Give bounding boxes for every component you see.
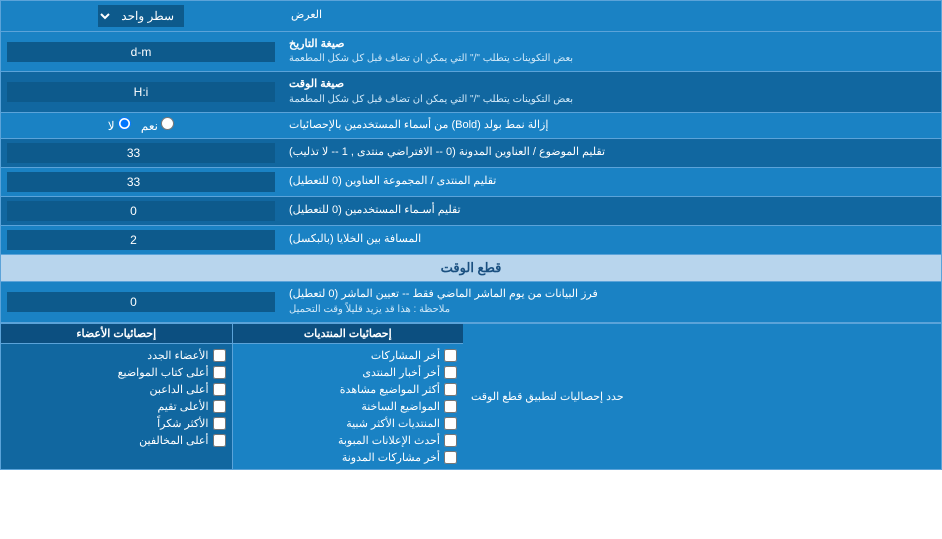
list-item: أكثر المواضيع مشاهدة [239,381,458,398]
time-format-input-cell [1,72,281,111]
remove-bold-radio-cell: نعم لا [1,113,281,138]
checkbox-col2-5[interactable] [213,434,226,447]
sort-topics-input-cell [1,139,281,167]
checkbox-col1-6[interactable] [444,451,457,464]
col2-checkboxes: الأعضاء الجدد أعلى كتاب المواضيع أعلى ال… [1,344,232,469]
radio-yes-label[interactable]: نعم [141,117,174,133]
checkbox-col1-0[interactable] [444,349,457,362]
date-format-input-cell [1,32,281,71]
list-item: أخر أخبار المنتدى [239,364,458,381]
checkbox-col2-2[interactable] [213,383,226,396]
limit-label-cell: حدد إحصاليات لتطبيق قطع الوقت [463,324,941,469]
checkboxes-container: إحصائيات المنتديات إحصائيات الأعضاء أخر … [1,324,463,469]
col1-header: إحصائيات المنتديات [232,324,464,343]
space-between-input-cell [1,226,281,254]
list-item: أحدث الإعلانات المبوبة [239,432,458,449]
list-item: الأكثر شكراً [7,415,226,432]
list-item: المنتديات الأكثر شبية [239,415,458,432]
remove-bold-label: إزالة نمط بولد (Bold) من أسماء المستخدمي… [281,113,941,138]
radio-yes[interactable] [161,117,174,130]
sort-users-input[interactable] [7,201,275,221]
checkbox-col1-4[interactable] [444,417,457,430]
time-format-input[interactable] [7,82,275,102]
list-item: أعلى كتاب المواضيع [7,364,226,381]
list-item: أخر مشاركات المدونة [239,449,458,466]
list-item: أعلى الداعبن [7,381,226,398]
lines-select-cell: سطر واحد سطرين ثلاثة أسطر [1,1,281,31]
checkbox-col2-1[interactable] [213,366,226,379]
sort-forum-label: تقليم المنتدى / المجموعة العناوين (0 للت… [281,168,941,196]
space-between-label: المسافة بين الخلايا (بالبكسل) [281,226,941,254]
radio-no-label[interactable]: لا [108,117,131,133]
list-item: المواضيع الساخنة [239,398,458,415]
sort-topics-label: تقليم الموضوع / العناوين المدونة (0 -- ا… [281,139,941,167]
realtime-input[interactable] [7,292,275,312]
checkbox-col2-0[interactable] [213,349,226,362]
sort-forum-input[interactable] [7,172,275,192]
col2-header: إحصائيات الأعضاء [1,324,232,343]
lines-select[interactable]: سطر واحد سطرين ثلاثة أسطر [98,5,184,27]
checkbox-col1-1[interactable] [444,366,457,379]
list-item: الأعضاء الجدد [7,347,226,364]
display-label: العرض [281,1,941,31]
checkbox-col1-5[interactable] [444,434,457,447]
list-item: أعلى المخالفين [7,432,226,449]
bottom-section: حدد إحصاليات لتطبيق قطع الوقت إحصائيات ا… [1,323,941,469]
time-format-label: صيغة الوقت بعض التكوينات يتطلب "/" التي … [281,72,941,111]
realtime-label: فرز البيانات من يوم الماشر الماضي فقط --… [281,282,941,321]
realtime-input-cell [1,282,281,321]
radio-no[interactable] [118,117,131,130]
sort-users-input-cell [1,197,281,225]
sort-topics-input[interactable] [7,143,275,163]
checkbox-col2-4[interactable] [213,417,226,430]
checkbox-col2-3[interactable] [213,400,226,413]
col1-checkboxes: أخر المشاركات أخر أخبار المنتدى أكثر الم… [232,344,464,469]
checkbox-col1-2[interactable] [444,383,457,396]
date-format-label: صيغة التاريخ بعض التكوينات يتطلب "/" الت… [281,32,941,71]
space-between-input[interactable] [7,230,275,250]
realtime-section-header: قطع الوقت [1,255,941,282]
sort-users-label: تقليم أسـماء المستخدمين (0 للتعطيل) [281,197,941,225]
sort-forum-input-cell [1,168,281,196]
list-item: أخر المشاركات [239,347,458,364]
list-item: الأعلى تقيم [7,398,226,415]
checkbox-col1-3[interactable] [444,400,457,413]
date-format-input[interactable] [7,42,275,62]
